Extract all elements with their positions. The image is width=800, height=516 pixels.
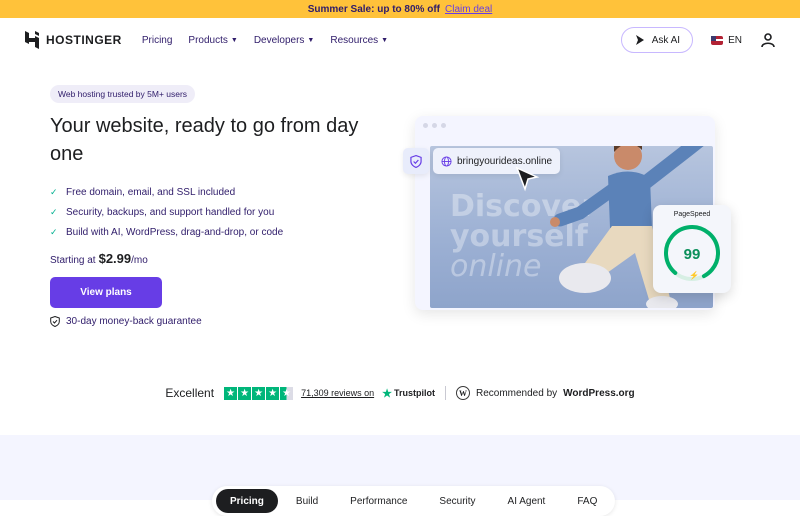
check-icon: ✓ bbox=[50, 206, 58, 217]
price-suffix: /mo bbox=[131, 255, 148, 266]
reviews-link[interactable]: 71,309 reviews on bbox=[301, 388, 374, 398]
check-icon: ✓ bbox=[50, 226, 58, 237]
nav-item-pricing[interactable]: Pricing bbox=[142, 35, 173, 46]
rating-label: Excellent bbox=[165, 386, 215, 400]
us-flag-icon bbox=[711, 35, 724, 45]
nav-item-resources[interactable]: Resources ▼ bbox=[330, 35, 388, 46]
domain-text: bringyourideas.online bbox=[457, 155, 553, 167]
nav-item-label: Pricing bbox=[141, 34, 173, 46]
money-back-guarantee: 30-day money-back guarantee bbox=[50, 316, 202, 327]
tab-pricing[interactable]: Pricing bbox=[216, 489, 278, 513]
cursor-arrow-icon bbox=[515, 166, 539, 192]
nav-item-label: Resources bbox=[330, 34, 379, 46]
tab-performance[interactable]: Performance bbox=[336, 489, 421, 513]
price-amount: $2.99 bbox=[98, 251, 132, 266]
trust-pill: Web hosting trusted by 5M+ users bbox=[50, 85, 196, 103]
claim-deal-link[interactable]: Claim deal bbox=[445, 4, 492, 15]
window-dot bbox=[432, 123, 437, 128]
nav-item-products[interactable]: Products ▼ bbox=[188, 35, 237, 46]
tab-ai-agent[interactable]: AI Agent bbox=[494, 489, 560, 513]
wordpress-recommendation: W Recommended by WordPress.org bbox=[455, 386, 635, 400]
hostinger-logo[interactable]: HOSTINGER bbox=[24, 31, 122, 49]
security-chip bbox=[403, 148, 429, 174]
feature-item: ✓ Free domain, email, and SSL included bbox=[50, 182, 283, 202]
feature-text: Build with AI, WordPress, drag-and-drop,… bbox=[66, 226, 284, 238]
globe-icon bbox=[441, 155, 452, 167]
main-menu: Pricing Products ▼ Developers ▼ Resource… bbox=[142, 35, 388, 46]
reviews-bar: Excellent ★ ★ ★ ★ ★ 71,309 reviews on ★ … bbox=[0, 386, 800, 400]
star-icon: ★ bbox=[266, 386, 280, 400]
wordpress-icon: W bbox=[455, 386, 470, 400]
feature-list: ✓ Free domain, email, and SSL included ✓ S… bbox=[50, 182, 283, 242]
feature-text: Free domain, email, and SSL included bbox=[66, 186, 236, 198]
chevron-down-icon: ▼ bbox=[307, 36, 315, 44]
star-icon: ★ bbox=[224, 386, 238, 400]
window-dot bbox=[441, 123, 446, 128]
feature-item: ✓ Security, backups, and support handled … bbox=[50, 202, 283, 222]
language-selector[interactable]: EN bbox=[711, 35, 742, 46]
starting-price: Starting at $2.99 /mo bbox=[50, 251, 148, 266]
tab-build[interactable]: Build bbox=[282, 489, 332, 513]
guarantee-text: 30-day money-back guarantee bbox=[66, 316, 202, 327]
feature-item: ✓ Build with AI, WordPress, drag-and-drop… bbox=[50, 222, 283, 242]
chevron-down-icon: ▼ bbox=[381, 36, 389, 44]
divider bbox=[444, 386, 446, 400]
tab-security[interactable]: Security bbox=[425, 489, 489, 513]
star-rating: ★ ★ ★ ★ ★ bbox=[224, 386, 294, 400]
wp-brand: WordPress.org bbox=[563, 387, 635, 399]
nav-item-developers[interactable]: Developers ▼ bbox=[254, 35, 315, 46]
pagespeed-card: PageSpeed 99 ⚡ bbox=[653, 205, 731, 293]
trustpilot-text: Trustpilot bbox=[393, 388, 435, 398]
ask-ai-label: Ask AI bbox=[651, 34, 681, 46]
sparkle-icon bbox=[635, 35, 644, 45]
nav-actions: Ask AI EN bbox=[620, 27, 776, 53]
trustpilot-logo[interactable]: ★ Trustpilot bbox=[382, 387, 435, 400]
shield-check-icon bbox=[50, 316, 60, 327]
nav-item-label: Developers bbox=[253, 34, 305, 46]
pagespeed-label: PageSpeed bbox=[673, 211, 711, 218]
promo-banner: Summer Sale: up to 80% off Claim deal bbox=[0, 0, 800, 18]
user-account-icon[interactable] bbox=[760, 32, 776, 48]
ask-ai-button[interactable]: Ask AI bbox=[620, 27, 694, 53]
hostinger-logo-icon bbox=[25, 31, 39, 49]
half-star-icon: ★ bbox=[280, 386, 294, 400]
chevron-down-icon: ▼ bbox=[230, 36, 238, 44]
window-dot bbox=[423, 123, 428, 128]
wp-prefix: Recommended by bbox=[475, 387, 558, 399]
hero-title: Your website, ready to go from day one bbox=[50, 115, 359, 165]
logo-text: HOSTINGER bbox=[46, 33, 122, 47]
top-nav: HOSTINGER Pricing Products ▼ Developers … bbox=[0, 18, 800, 62]
pagespeed-score: 99 bbox=[683, 246, 701, 263]
check-icon: ✓ bbox=[50, 186, 58, 197]
tab-faq[interactable]: FAQ bbox=[563, 489, 611, 513]
trustpilot-star-icon: ★ bbox=[382, 387, 392, 400]
section-tabs: Pricing Build Performance Security AI Ag… bbox=[212, 486, 616, 516]
star-icon: ★ bbox=[238, 386, 252, 400]
feature-text: Security, backups, and support handled f… bbox=[66, 206, 275, 218]
star-icon: ★ bbox=[252, 386, 266, 400]
language-label: EN bbox=[728, 34, 742, 46]
view-plans-button[interactable]: View plans bbox=[50, 277, 162, 308]
nav-item-label: Products bbox=[188, 34, 228, 46]
domain-chip: bringyourideas.online bbox=[433, 148, 561, 174]
promo-text: Summer Sale: up to 80% off bbox=[307, 3, 440, 15]
shield-check-icon bbox=[410, 154, 422, 168]
price-prefix: Starting at bbox=[50, 255, 96, 266]
window-dots bbox=[423, 123, 446, 128]
bolt-icon: ⚡ bbox=[689, 271, 699, 280]
